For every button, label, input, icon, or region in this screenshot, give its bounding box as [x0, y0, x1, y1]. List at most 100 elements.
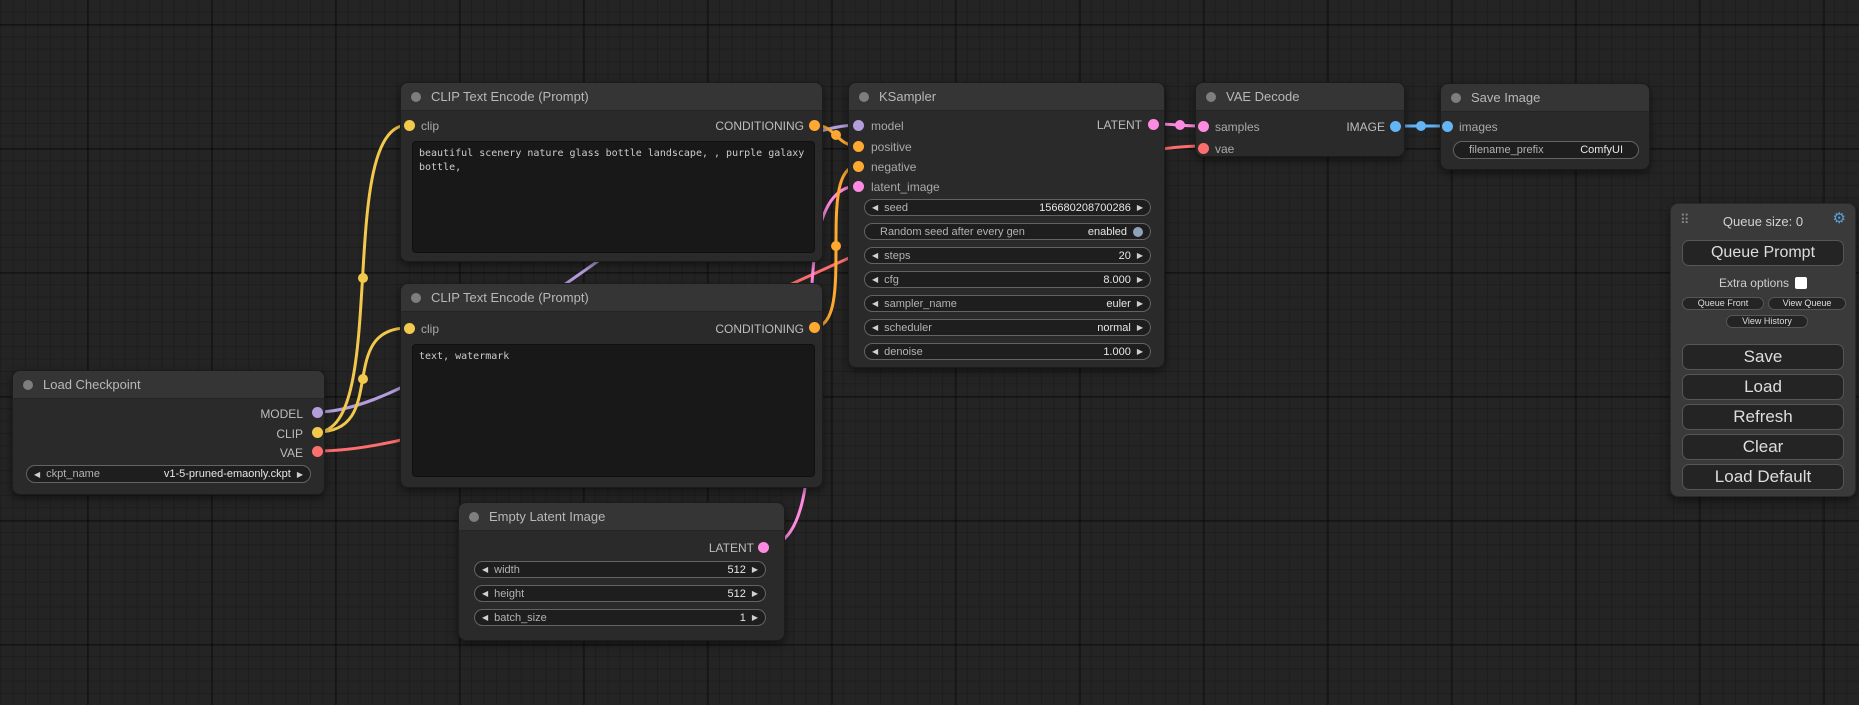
link-dot-conditioning-negative: [831, 241, 841, 251]
node-save-image[interactable]: Save Image images filename_prefix ComfyU…: [1440, 83, 1650, 170]
collapse-dot[interactable]: [1206, 92, 1216, 102]
next-value-arrow-icon[interactable]: ▶: [297, 467, 303, 482]
input-label-clip: clip: [421, 322, 439, 336]
extra-options-checkbox[interactable]: [1795, 277, 1807, 289]
widget-value: 1.000: [1103, 346, 1131, 358]
increment-arrow-icon[interactable]: ▶: [1137, 248, 1143, 263]
increment-arrow-icon[interactable]: ▶: [1137, 272, 1143, 287]
node-title-bar[interactable]: Save Image: [1441, 84, 1649, 112]
widget-filename-prefix[interactable]: filename_prefix ComfyUI: [1453, 141, 1639, 159]
node-clip-text-encode-positive[interactable]: CLIP Text Encode (Prompt) clip CONDITION…: [400, 82, 823, 262]
node-title-bar[interactable]: KSampler: [849, 83, 1164, 111]
input-port-images[interactable]: [1442, 121, 1453, 132]
view-queue-button[interactable]: View Queue: [1768, 297, 1846, 310]
negative-prompt-textarea[interactable]: text, watermark: [412, 344, 815, 477]
input-label-model: model: [871, 119, 904, 133]
output-port-clip[interactable]: [312, 427, 323, 438]
widget-label: Random seed after every gen: [872, 226, 1082, 238]
input-port-vae[interactable]: [1198, 143, 1209, 154]
input-port-clip[interactable]: [404, 323, 415, 334]
extra-options-label: Extra options: [1719, 276, 1789, 290]
increment-arrow-icon[interactable]: ▶: [752, 586, 758, 601]
node-title-bar[interactable]: Load Checkpoint: [13, 371, 324, 399]
widget-seed[interactable]: ◀ seed 156680208700286 ▶: [864, 199, 1151, 216]
queue-front-button[interactable]: Queue Front: [1682, 297, 1764, 310]
output-port-image[interactable]: [1390, 121, 1401, 132]
increment-arrow-icon[interactable]: ▶: [752, 562, 758, 577]
input-port-latent-image[interactable]: [853, 181, 864, 192]
decrement-arrow-icon[interactable]: ◀: [872, 248, 878, 263]
output-port-conditioning[interactable]: [809, 322, 820, 333]
increment-arrow-icon[interactable]: ▶: [1137, 200, 1143, 215]
decrement-arrow-icon[interactable]: ◀: [872, 344, 878, 359]
node-ksampler[interactable]: KSampler model positive negative latent_…: [848, 82, 1165, 368]
input-port-positive[interactable]: [853, 141, 864, 152]
collapse-dot[interactable]: [23, 380, 33, 390]
input-port-negative[interactable]: [853, 161, 864, 172]
widget-ckpt-name[interactable]: ◀ ckpt_name v1-5-pruned-emaonly.ckpt ▶: [26, 465, 311, 483]
node-vae-decode[interactable]: VAE Decode samples vae IMAGE: [1195, 82, 1405, 157]
collapse-dot[interactable]: [1451, 93, 1461, 103]
decrement-arrow-icon[interactable]: ◀: [482, 610, 488, 625]
widget-batch-size[interactable]: ◀ batch_size 1 ▶: [474, 609, 766, 626]
widget-denoise[interactable]: ◀ denoise 1.000 ▶: [864, 343, 1151, 360]
input-port-model[interactable]: [853, 120, 864, 131]
prev-value-arrow-icon[interactable]: ◀: [34, 467, 40, 482]
load-button[interactable]: Load: [1682, 374, 1844, 400]
next-value-arrow-icon[interactable]: ▶: [1137, 296, 1143, 311]
decrement-arrow-icon[interactable]: ◀: [482, 586, 488, 601]
view-history-button[interactable]: View History: [1726, 315, 1808, 328]
node-title: Load Checkpoint: [43, 377, 141, 392]
node-title-bar[interactable]: CLIP Text Encode (Prompt): [401, 284, 822, 312]
output-port-latent[interactable]: [758, 542, 769, 553]
input-port-samples[interactable]: [1198, 121, 1209, 132]
output-label-conditioning: CONDITIONING: [715, 322, 804, 336]
output-port-vae[interactable]: [312, 446, 323, 457]
node-title: VAE Decode: [1226, 89, 1299, 104]
node-title-bar[interactable]: Empty Latent Image: [459, 503, 784, 531]
widget-width[interactable]: ◀ width 512 ▶: [474, 561, 766, 578]
queue-prompt-button[interactable]: Queue Prompt: [1682, 240, 1844, 266]
widget-height[interactable]: ◀ height 512 ▶: [474, 585, 766, 602]
refresh-button[interactable]: Refresh: [1682, 404, 1844, 430]
widget-value: 8.000: [1103, 274, 1131, 286]
toggle-enabled-dot[interactable]: [1133, 227, 1143, 237]
increment-arrow-icon[interactable]: ▶: [1137, 344, 1143, 359]
save-button[interactable]: Save: [1682, 344, 1844, 370]
node-title-bar[interactable]: CLIP Text Encode (Prompt): [401, 83, 822, 111]
node-title-bar[interactable]: VAE Decode: [1196, 83, 1404, 111]
prev-value-arrow-icon[interactable]: ◀: [872, 320, 878, 335]
positive-prompt-textarea[interactable]: beautiful scenery nature glass bottle la…: [412, 141, 815, 253]
increment-arrow-icon[interactable]: ▶: [752, 610, 758, 625]
decrement-arrow-icon[interactable]: ◀: [482, 562, 488, 577]
node-load-checkpoint[interactable]: Load Checkpoint MODEL CLIP VAE ◀ ckpt_na…: [12, 370, 325, 495]
widget-value: enabled: [1088, 226, 1127, 238]
collapse-dot[interactable]: [411, 293, 421, 303]
widget-steps[interactable]: ◀ steps 20 ▶: [864, 247, 1151, 264]
widget-cfg[interactable]: ◀ cfg 8.000 ▶: [864, 271, 1151, 288]
input-label-samples: samples: [1215, 120, 1260, 134]
input-label-clip: clip: [421, 119, 439, 133]
clear-button[interactable]: Clear: [1682, 434, 1844, 460]
collapse-dot[interactable]: [859, 92, 869, 102]
node-clip-text-encode-negative[interactable]: CLIP Text Encode (Prompt) clip CONDITION…: [400, 283, 823, 488]
widget-scheduler[interactable]: ◀ scheduler normal ▶: [864, 319, 1151, 336]
collapse-dot[interactable]: [469, 512, 479, 522]
settings-gear-icon[interactable]: ⚙: [1833, 211, 1846, 226]
load-default-button[interactable]: Load Default: [1682, 464, 1844, 490]
output-label-model: MODEL: [260, 407, 303, 421]
output-port-model[interactable]: [312, 407, 323, 418]
widget-sampler-name[interactable]: ◀ sampler_name euler ▶: [864, 295, 1151, 312]
collapse-dot[interactable]: [411, 92, 421, 102]
node-empty-latent-image[interactable]: Empty Latent Image LATENT ◀ width 512 ▶ …: [458, 502, 785, 641]
widget-label: width: [494, 564, 721, 576]
next-value-arrow-icon[interactable]: ▶: [1137, 320, 1143, 335]
comfyui-canvas[interactable]: { "colors": { "model": "#B39DDB", "clip"…: [0, 0, 1859, 705]
input-port-clip[interactable]: [404, 120, 415, 131]
output-port-latent[interactable]: [1148, 119, 1159, 130]
prev-value-arrow-icon[interactable]: ◀: [872, 296, 878, 311]
decrement-arrow-icon[interactable]: ◀: [872, 272, 878, 287]
widget-random-seed-toggle[interactable]: Random seed after every gen enabled: [864, 223, 1151, 240]
decrement-arrow-icon[interactable]: ◀: [872, 200, 878, 215]
output-port-conditioning[interactable]: [809, 120, 820, 131]
